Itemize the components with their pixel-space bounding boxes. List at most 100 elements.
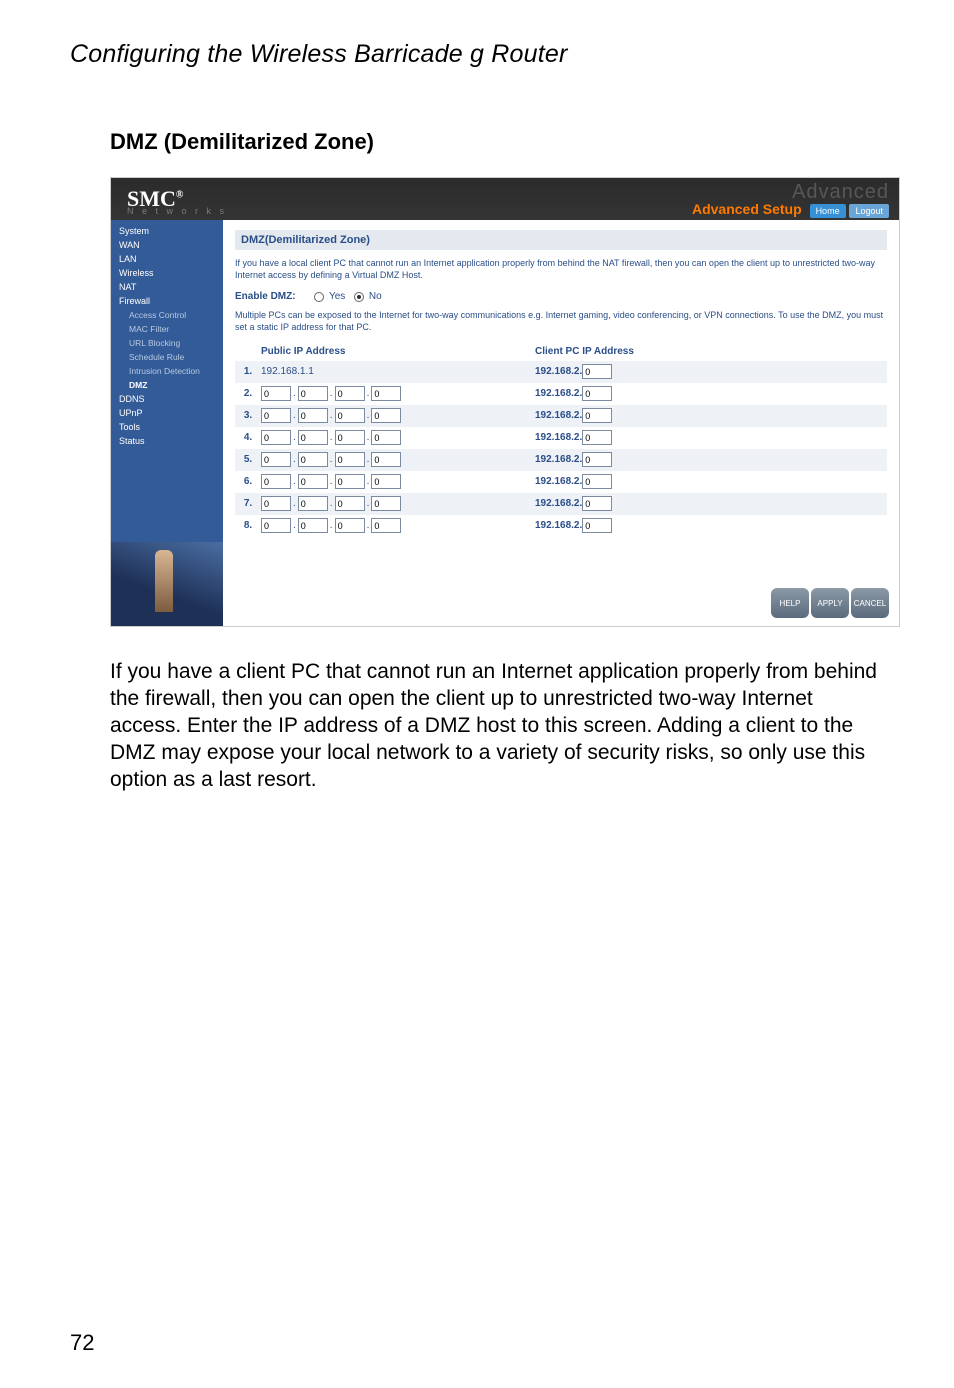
public-ip-octet-input[interactable] xyxy=(298,496,328,511)
section-heading: DMZ (Demilitarized Zone) xyxy=(110,129,884,155)
router-admin-screenshot: SMC® N e t w o r k s Advanced Advanced S… xyxy=(110,177,900,627)
nav-mac-filter[interactable]: MAC Filter xyxy=(111,322,223,336)
client-ip-octet-input[interactable] xyxy=(582,386,612,401)
public-ip-octet-input[interactable] xyxy=(335,496,365,511)
public-ip-octet-input[interactable] xyxy=(298,518,328,533)
client-ip-octet-input[interactable] xyxy=(582,452,612,467)
nav-lan[interactable]: LAN xyxy=(111,252,223,266)
public-ip-octet-input[interactable] xyxy=(335,474,365,489)
main-panel: DMZ(Demilitarized Zone) If you have a lo… xyxy=(223,220,899,626)
header-right: Advanced Advanced Setup Home Logout xyxy=(692,181,889,217)
public-ip-octet-input[interactable] xyxy=(371,430,401,445)
public-ip-octet-input[interactable] xyxy=(261,496,291,511)
logout-link[interactable]: Logout xyxy=(849,204,889,218)
nav-ddns[interactable]: DDNS xyxy=(111,392,223,406)
row-index: 2. xyxy=(235,388,261,399)
help-button[interactable]: HELP xyxy=(771,588,809,618)
nav-firewall[interactable]: Firewall xyxy=(111,294,223,308)
public-ip-octet-input[interactable] xyxy=(335,452,365,467)
enable-dmz-row: Enable DMZ: Yes No xyxy=(235,291,887,302)
col-client-ip: Client PC IP Address xyxy=(535,344,887,361)
client-ip-prefix: 192.168.2. xyxy=(535,476,582,487)
public-ip-octet-input[interactable] xyxy=(261,518,291,533)
table-row: 3....192.168.2. xyxy=(235,405,887,427)
public-ip-octet-input[interactable] xyxy=(298,452,328,467)
panel-note-1: If you have a local client PC that canno… xyxy=(235,258,887,281)
body-paragraph: If you have a client PC that cannot run … xyxy=(110,659,884,793)
panel-note-2: Multiple PCs can be exposed to the Inter… xyxy=(235,310,887,333)
nav-system[interactable]: System xyxy=(111,224,223,238)
row-index: 8. xyxy=(235,520,261,531)
table-row: 8....192.168.2. xyxy=(235,515,887,537)
public-ip-octet-input[interactable] xyxy=(371,474,401,489)
screenshot-header: SMC® N e t w o r k s Advanced Advanced S… xyxy=(111,178,899,220)
public-ip-octet-input[interactable] xyxy=(371,452,401,467)
client-ip-prefix: 192.168.2. xyxy=(535,432,582,443)
nav-status[interactable]: Status xyxy=(111,434,223,448)
public-ip-octet-input[interactable] xyxy=(298,430,328,445)
nav-wireless[interactable]: Wireless xyxy=(111,266,223,280)
nav-intrusion-detection[interactable]: Intrusion Detection xyxy=(111,364,223,378)
page-header: Configuring the Wireless Barricade g Rou… xyxy=(70,40,884,69)
client-ip-octet-input[interactable] xyxy=(582,364,612,379)
cancel-button[interactable]: CANCEL xyxy=(851,588,889,618)
public-ip-octet-input[interactable] xyxy=(371,408,401,423)
page-number: 72 xyxy=(70,1330,94,1356)
table-row: 1.192.168.1.1192.168.2. xyxy=(235,361,887,383)
public-ip-octet-input[interactable] xyxy=(371,496,401,511)
nav-schedule-rule[interactable]: Schedule Rule xyxy=(111,350,223,364)
row-index: 3. xyxy=(235,410,261,421)
client-ip-prefix: 192.168.2. xyxy=(535,454,582,465)
enable-yes-radio[interactable] xyxy=(314,292,324,302)
home-link[interactable]: Home xyxy=(810,204,846,218)
public-ip-octet-input[interactable] xyxy=(371,518,401,533)
public-ip-octet-input[interactable] xyxy=(261,430,291,445)
public-ip-octet-input[interactable] xyxy=(335,386,365,401)
decorative-corner-image xyxy=(111,542,223,626)
apply-button[interactable]: APPLY xyxy=(811,588,849,618)
table-row: 7....192.168.2. xyxy=(235,493,887,515)
public-ip-octet-input[interactable] xyxy=(298,408,328,423)
public-ip-octet-input[interactable] xyxy=(261,408,291,423)
row-index: 6. xyxy=(235,476,261,487)
public-ip-octet-input[interactable] xyxy=(371,386,401,401)
nav-url-blocking[interactable]: URL Blocking xyxy=(111,336,223,350)
nav-tools[interactable]: Tools xyxy=(111,420,223,434)
nav-upnp[interactable]: UPnP xyxy=(111,406,223,420)
public-ip-octet-input[interactable] xyxy=(335,518,365,533)
client-ip-octet-input[interactable] xyxy=(582,496,612,511)
client-ip-octet-input[interactable] xyxy=(582,430,612,445)
public-ip-octet-input[interactable] xyxy=(261,474,291,489)
public-ip-octet-input[interactable] xyxy=(335,430,365,445)
client-ip-prefix: 192.168.2. xyxy=(535,520,582,531)
client-ip-octet-input[interactable] xyxy=(582,408,612,423)
public-ip-octet-input[interactable] xyxy=(298,386,328,401)
client-ip-prefix: 192.168.2. xyxy=(535,498,582,509)
public-ip-octet-input[interactable] xyxy=(261,452,291,467)
client-ip-prefix: 192.168.2. xyxy=(535,366,582,377)
advanced-setup-label: Advanced Setup xyxy=(692,201,802,217)
nav-dmz[interactable]: DMZ xyxy=(111,378,223,392)
client-ip-octet-input[interactable] xyxy=(582,518,612,533)
enable-no-label: No xyxy=(369,291,382,302)
nav-access-control[interactable]: Access Control xyxy=(111,308,223,322)
public-ip-octet-input[interactable] xyxy=(335,408,365,423)
row-index: 1. xyxy=(235,366,261,377)
client-ip-octet-input[interactable] xyxy=(582,474,612,489)
public-ip-octet-input[interactable] xyxy=(261,386,291,401)
nav-nat[interactable]: NAT xyxy=(111,280,223,294)
enable-dmz-label: Enable DMZ: xyxy=(235,291,296,302)
nav-wan[interactable]: WAN xyxy=(111,238,223,252)
table-row: 6....192.168.2. xyxy=(235,471,887,493)
row-index: 7. xyxy=(235,498,261,509)
enable-no-radio[interactable] xyxy=(354,292,364,302)
client-ip-prefix: 192.168.2. xyxy=(535,388,582,399)
col-public-ip: Public IP Address xyxy=(235,344,535,361)
panel-title: DMZ(Demilitarized Zone) xyxy=(235,230,887,250)
public-ip-octet-input[interactable] xyxy=(298,474,328,489)
table-row: 4....192.168.2. xyxy=(235,427,887,449)
brand-subtext: N e t w o r k s xyxy=(127,206,227,216)
client-ip-prefix: 192.168.2. xyxy=(535,410,582,421)
row-index: 5. xyxy=(235,454,261,465)
table-row: 5....192.168.2. xyxy=(235,449,887,471)
